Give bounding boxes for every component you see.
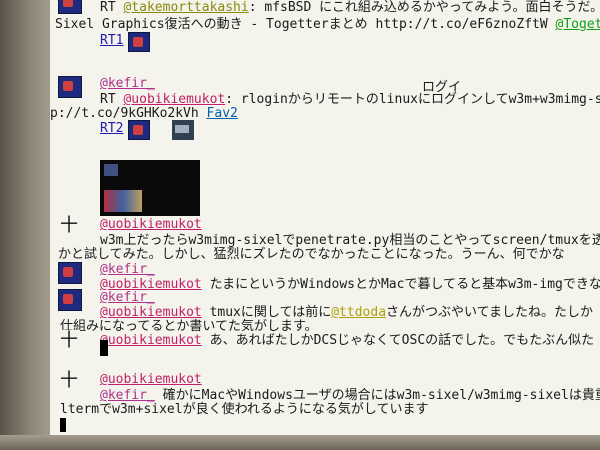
avatar bbox=[58, 76, 82, 98]
username-link[interactable]: @kefir_ bbox=[100, 76, 155, 91]
username-link[interactable]: @kefir_ bbox=[100, 388, 155, 403]
username-link[interactable]: @kefir_ bbox=[100, 290, 155, 305]
avatar bbox=[172, 120, 194, 140]
tweet-text: Sixel Graphics復活への動き - Togetterまとめ http:… bbox=[55, 17, 556, 32]
avatar bbox=[58, 262, 82, 284]
tweet-text: 確かにMacやWindowsユーザの場合にはw3m-sixel/w3mimg-s… bbox=[154, 388, 600, 403]
mention-link[interactable]: @uobikiemukot bbox=[123, 92, 225, 107]
tweet-line: RT @uobikiemukot: rloginからリモートのlinuxにログイ… bbox=[100, 92, 600, 107]
monitor-bezel-left bbox=[0, 0, 50, 450]
tweet-text: 仕組みになってるとか書いてた気がします。 bbox=[60, 319, 318, 334]
username-link[interactable]: @uobikiemukot bbox=[100, 372, 202, 387]
tweet-text: さんがつぶやいてましたね。たしか bbox=[386, 305, 593, 320]
mention-link[interactable]: @ttdoda bbox=[331, 305, 386, 320]
tweet-text: : mfsBSD にこれ組み込めるかやってみよう。面白そうだ。 bbox=[248, 0, 600, 15]
mention-link[interactable]: @takemorttakashi bbox=[123, 0, 248, 15]
username-link[interactable]: @uobikiemukot bbox=[100, 217, 202, 232]
tweet-text: p://t.co/9kGHKo2kVh bbox=[50, 106, 207, 121]
avatar: ⼗ bbox=[58, 215, 80, 237]
tweet-text: w3m上だったらw3mimg-sixelでpenetrate.py相当のことやっ… bbox=[100, 233, 600, 248]
monitor-bezel-bottom bbox=[0, 435, 600, 450]
tweet-line: @uobikiemukot あ、あればたしかDCSじゃなくてOSCの話でした。で… bbox=[100, 333, 594, 348]
retweet-count-link[interactable]: RT1 bbox=[100, 33, 123, 48]
rt-prefix: RT bbox=[100, 92, 124, 107]
username-link[interactable]: @uobikiemukot bbox=[100, 333, 202, 348]
avatar bbox=[128, 120, 150, 140]
tweet-line: Sixel Graphics復活への動き - Togetterまとめ http:… bbox=[55, 17, 600, 32]
thumbnail-image bbox=[104, 190, 142, 212]
tweet-text: たまにというかWindowsとかMacで暮してると基本w3m-imgできない bbox=[201, 277, 600, 292]
avatar bbox=[58, 0, 82, 14]
tweet-line: @uobikiemukot tmuxに関しては前に@ttdodaさんがつぶやいて… bbox=[100, 305, 593, 320]
terminal-cursor bbox=[100, 340, 108, 356]
tweet-text: あ、あればたしかDCSじゃなくてOSCの話でした。でもたぶん似た bbox=[201, 333, 595, 348]
media-thumbnail[interactable] bbox=[100, 160, 200, 216]
thumbnail-image bbox=[104, 164, 118, 176]
tweet-text: tmuxに関しては前に bbox=[201, 305, 332, 320]
username-link[interactable]: @kefir_ bbox=[100, 262, 155, 277]
avatar bbox=[58, 289, 82, 311]
fav-count-link[interactable]: Fav2 bbox=[207, 106, 238, 121]
tweet-line: @kefir_ 確かにMacやWindowsユーザの場合にはw3m-sixel/… bbox=[100, 388, 600, 403]
avatar bbox=[128, 32, 150, 52]
tweet-line: RT @takemorttakashi: mfsBSD にこれ組み込めるかやって… bbox=[100, 0, 600, 15]
avatar: ⼗ bbox=[58, 330, 80, 352]
rt-prefix: RT bbox=[100, 0, 124, 15]
terminal-screen: RT @takemorttakashi: mfsBSD にこれ組み込めるかやって… bbox=[50, 0, 600, 435]
mention-link[interactable]: @Togetter bbox=[556, 17, 600, 32]
retweet-count-link[interactable]: RT2 bbox=[100, 121, 123, 136]
tweet-text: : rloginからリモートのlinuxにログインしてw3m+w3mimg-si… bbox=[225, 92, 600, 107]
username-link[interactable]: @uobikiemukot bbox=[100, 305, 202, 320]
tweet-line: p://t.co/9kGHKo2kVh Fav2 bbox=[50, 106, 238, 121]
tweet-line: @uobikiemukot たまにというかWindowsとかMacで暮してると基… bbox=[100, 277, 600, 292]
terminal-cursor bbox=[60, 418, 66, 432]
tweet-text: かと試してみた。しかし、猛烈にズレたのでなかったことになった。うーん、何でかな bbox=[58, 247, 565, 262]
avatar: ⼗ bbox=[58, 370, 80, 392]
tweet-text: ltermでw3m+sixelが良く使われるようになる気がしています bbox=[60, 402, 429, 417]
